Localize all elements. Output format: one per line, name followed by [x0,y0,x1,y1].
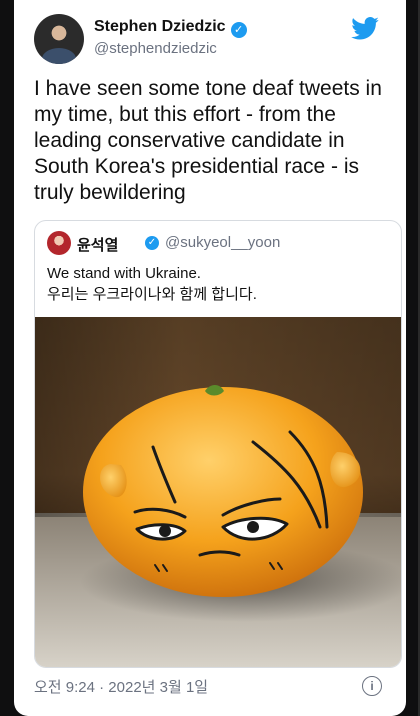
author-name-text[interactable]: Stephen Dziedzic [94,18,226,35]
right-pupil [247,521,259,533]
twitter-bird-icon [351,17,379,40]
verified-badge-icon: ✓ [145,236,159,250]
quoted-author-avatar[interactable] [47,231,71,255]
info-icon[interactable]: i [362,676,382,696]
author-name[interactable]: Stephen Dziedzic ✓ [94,18,247,38]
tweet-footer: 오전 9:24 · 2022년 3월 1일 i [34,676,392,698]
quoted-text-line-1: We stand with Ukraine. [47,265,201,282]
quoted-author-name[interactable]: 윤석열 [77,234,118,255]
quoted-tweet-text: We stand with Ukraine. 우리는 우크라이나와 함께 합니다… [47,263,387,305]
quoted-tweet-image[interactable] [35,317,401,667]
author-avatar[interactable] [34,14,84,64]
tweet-timestamp[interactable]: 오전 9:24 · 2022년 3월 1일 [34,676,208,697]
left-pupil [159,525,171,537]
orange-body [83,387,363,597]
orange-face-illustration [80,385,401,622]
quoted-text-line-2: 우리는 우크라이나와 함께 합니다. [47,286,257,303]
verified-badge-icon: ✓ [230,22,247,38]
tweet-text: I have seen some tone deaf tweets in my … [34,77,382,204]
quoted-author-handle[interactable]: @sukyeol__yoon [165,234,280,251]
quoted-tweet[interactable]: 윤석열 ✓ @sukyeol__yoon We stand with Ukrai… [34,220,402,668]
tweet-header: Stephen Dziedzic ✓ @stephendziedzic [34,14,392,70]
author-handle[interactable]: @stephendziedzic [94,40,217,57]
tweet-card: Stephen Dziedzic ✓ @stephendziedzic I hav… [14,0,406,716]
